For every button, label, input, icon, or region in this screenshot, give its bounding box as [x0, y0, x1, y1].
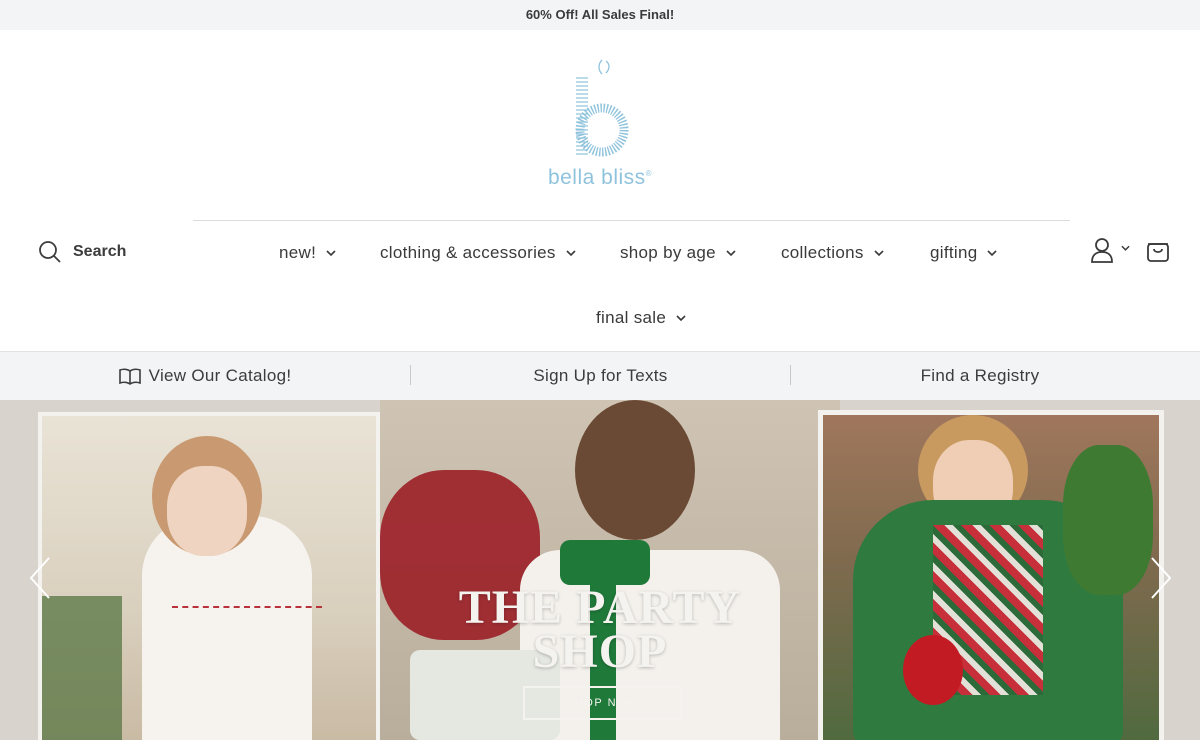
chevron-right-icon — [1151, 557, 1172, 599]
registry-link[interactable]: Find a Registry — [791, 352, 1169, 400]
brand-name: bella bliss® — [547, 166, 653, 189]
search-button[interactable]: Search — [38, 240, 126, 264]
nav-item-label: collections — [781, 243, 864, 262]
registry-label: Find a Registry — [920, 366, 1040, 385]
chevron-left-icon — [29, 557, 50, 599]
carousel-prev-button[interactable] — [27, 556, 53, 600]
hero-photo-boy-green-sweater — [818, 410, 1164, 740]
hero-photo-girl-white-dress — [38, 412, 380, 740]
chevron-down-icon — [566, 248, 576, 258]
account-button[interactable] — [1090, 237, 1132, 263]
user-icon — [1091, 238, 1113, 263]
text-signup-link[interactable]: Sign Up for Texts — [411, 352, 790, 400]
cart-button[interactable] — [1146, 239, 1170, 263]
brand-logo[interactable]: bella bliss® — [540, 56, 660, 196]
chevron-down-icon — [987, 248, 998, 258]
open-book-icon — [118, 368, 141, 385]
nav-item-gifting[interactable]: gifting — [930, 240, 998, 266]
chevron-down-icon — [1121, 245, 1130, 251]
chevron-down-icon — [676, 313, 686, 323]
header-divider — [193, 220, 1070, 221]
nav-item-clothing-accessories[interactable]: clothing & accessories — [380, 240, 576, 266]
chevron-down-icon — [726, 248, 736, 258]
utility-bar: View Our Catalog! Sign Up for Texts Find… — [0, 351, 1200, 400]
nav-item-label: new! — [279, 243, 317, 262]
nav-item-shop-by-age[interactable]: shop by age — [620, 240, 736, 266]
carousel-next-button[interactable] — [1148, 556, 1174, 600]
hero-title: THE PARTY SHOP — [440, 581, 760, 678]
shop-now-label: SHOP NOW — [566, 697, 639, 709]
search-label: Search — [73, 243, 127, 260]
chevron-down-icon — [326, 248, 336, 258]
hero-title-line2: SHOP — [532, 625, 668, 678]
catalog-link[interactable]: View Our Catalog! — [0, 352, 410, 400]
announcement-bar: 60% Off! All Sales Final! — [0, 0, 1200, 30]
shop-now-button[interactable]: SHOP NOW — [523, 686, 682, 720]
chevron-down-icon — [874, 248, 884, 258]
nav-item-collections[interactable]: collections — [781, 240, 884, 266]
nav-item-new[interactable]: new! — [279, 240, 336, 266]
announcement-text: 60% Off! All Sales Final! — [525, 7, 675, 22]
hero-title-line1: THE PARTY — [458, 581, 742, 634]
nav-item-label: shop by age — [620, 243, 716, 262]
bella-bliss-b-mark-icon — [575, 59, 629, 157]
text-signup-label: Sign Up for Texts — [533, 366, 668, 385]
nav-item-label: gifting — [930, 243, 978, 262]
nav-item-label: clothing & accessories — [380, 243, 556, 262]
shopping-bag-icon — [1147, 243, 1169, 262]
nav-item-label: final sale — [596, 308, 667, 327]
nav-item-final-sale[interactable]: final sale — [596, 305, 686, 331]
catalog-label: View Our Catalog! — [148, 366, 292, 385]
search-icon — [39, 241, 61, 263]
